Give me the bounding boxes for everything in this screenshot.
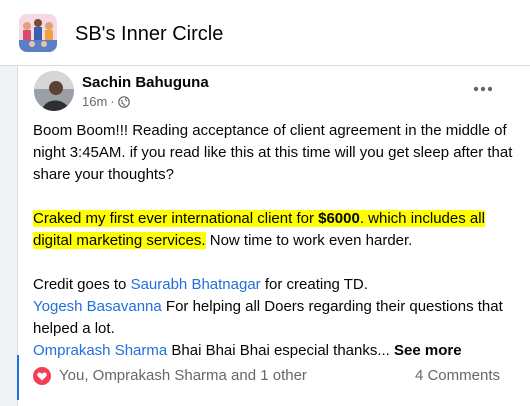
focus-indicator <box>17 355 19 400</box>
meta-separator: · <box>110 94 115 109</box>
heart-reaction-icon <box>33 367 51 385</box>
reactions-text[interactable]: You, Omprakash Sharma and 1 other <box>59 366 307 386</box>
post-paragraph-2: Craked my first ever international clien… <box>33 208 513 252</box>
more-horizontal-icon <box>473 86 493 92</box>
post-paragraph-3: Credit goes to Saurabh Bhatnagar for cre… <box>33 274 513 362</box>
paragraph-2-tail: Now time to work even harder. <box>205 232 413 249</box>
mention-link[interactable]: Yogesh Basavanna <box>33 298 162 315</box>
see-more-button[interactable]: See more <box>394 342 462 359</box>
credit-prefix: Credit goes to <box>33 276 131 293</box>
mention-link[interactable]: Saurabh Bhatnagar <box>131 276 261 293</box>
more-options-button[interactable] <box>466 78 500 100</box>
highlight-text-1: Craked my first ever international clien… <box>33 210 319 227</box>
credit-suffix: for creating TD. <box>260 276 368 293</box>
post-paragraph-1: Boom Boom!!! Reading acceptance of clien… <box>33 122 513 183</box>
post-body: Boom Boom!!! Reading acceptance of clien… <box>33 120 513 362</box>
author-avatar[interactable] <box>34 71 74 111</box>
group-header: SB's Inner Circle <box>0 0 530 66</box>
author-name[interactable]: Sachin Bahuguna <box>82 74 209 92</box>
group-photo-icon[interactable] <box>19 14 57 52</box>
post-time[interactable]: 16m <box>82 94 107 110</box>
highlight-amount: $6000 <box>318 210 360 227</box>
post-meta: 16m · <box>82 94 130 110</box>
group-title[interactable]: SB's Inner Circle <box>75 22 223 46</box>
mention-3-text: Bhai Bhai Bhai especial thanks... <box>167 342 395 359</box>
globe-icon[interactable] <box>117 96 130 108</box>
mention-link[interactable]: Omprakash Sharma <box>33 342 167 359</box>
reactions-summary[interactable]: You, Omprakash Sharma and 1 other <box>33 366 307 386</box>
comments-count[interactable]: 4 Comments <box>415 366 500 386</box>
